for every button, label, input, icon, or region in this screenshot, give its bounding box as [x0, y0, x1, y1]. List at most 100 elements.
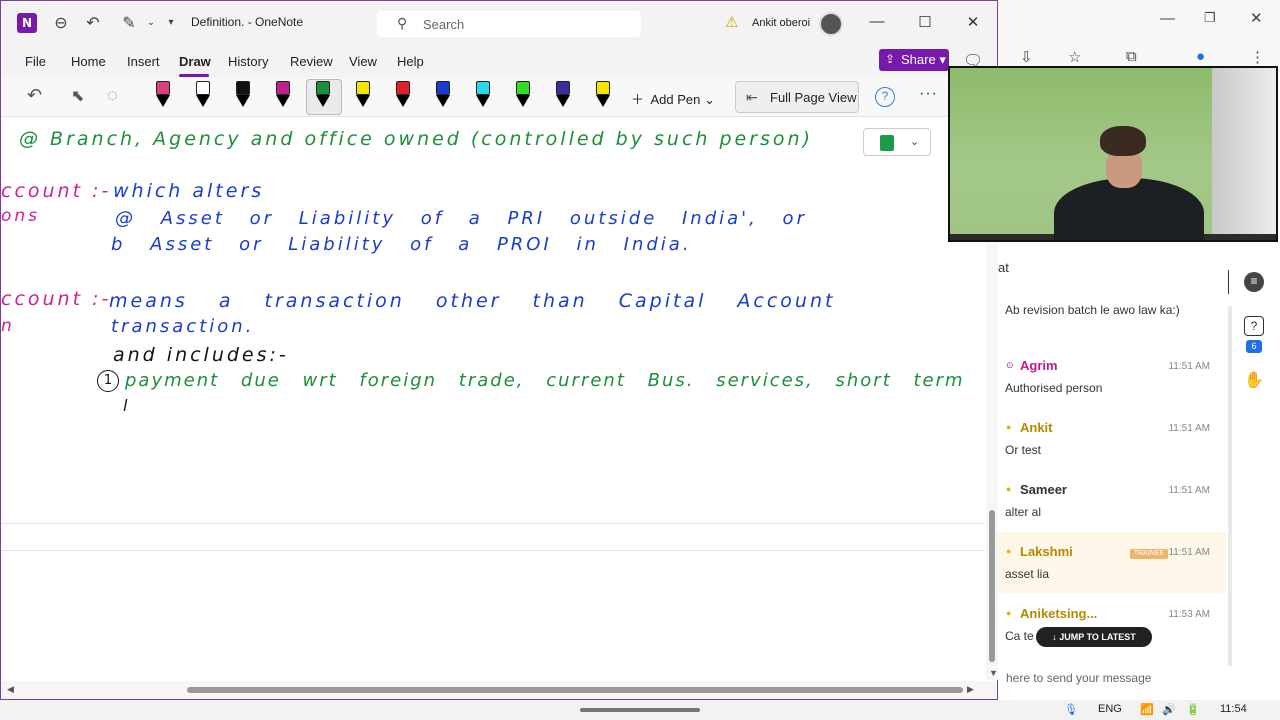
notebook-switcher[interactable]: ⌄ [863, 128, 931, 156]
close-browser-button[interactable]: ✕ [1250, 9, 1263, 27]
ink-item-a: @ Asset or Liability of a PRI outside In… [115, 208, 807, 229]
pen-blue-icon[interactable] [433, 81, 453, 109]
minimize-browser-button[interactable]: — [1160, 10, 1175, 27]
menu-history[interactable]: History [228, 54, 268, 69]
share-button[interactable]: ⇪ Share ▾ [879, 49, 949, 71]
highlighter-cyan-icon[interactable] [473, 81, 493, 109]
back-icon[interactable]: ⊖ [51, 13, 71, 33]
notebook-icon [880, 135, 894, 151]
search-box[interactable]: ⚲ Search [377, 11, 641, 37]
undo-ink-icon[interactable]: ↶ [27, 85, 42, 106]
scroll-right-arrow-icon[interactable]: ▶ [967, 684, 974, 695]
pen-white-icon[interactable] [193, 81, 213, 109]
pen-body [276, 81, 290, 95]
message-input[interactable]: here to send your message [1006, 671, 1151, 685]
pen-tip [156, 95, 170, 107]
pen-body [596, 81, 610, 95]
bookmark-star-icon[interactable]: ☆ [1068, 48, 1081, 66]
chat-tab-icon[interactable]: ≡ [1244, 272, 1264, 292]
ink-current-account-label-2: n [1, 316, 15, 336]
pen-yellow-icon[interactable] [593, 81, 613, 109]
taskbar: 🎙 ENG 📶 🔊 🔋 11:54 [0, 700, 1280, 720]
pen-indigo-icon[interactable] [553, 81, 573, 109]
menu-draw[interactable]: Draw [179, 54, 211, 69]
more-options-icon[interactable]: ··· [919, 85, 938, 103]
menu-view[interactable]: View [349, 54, 377, 69]
ink-and-includes: and includes:- [113, 344, 289, 366]
chat-panel: at ≡ ? 6 ✋ Ab revision batch le awo law … [998, 246, 1280, 700]
note-canvas[interactable]: ⌄ @ Branch, Agency and office owned (con… [1, 118, 985, 680]
undo-icon[interactable]: ↶ [83, 13, 103, 33]
raise-hand-icon[interactable]: ✋ [1244, 372, 1264, 392]
highlighted-message [998, 532, 1226, 594]
highlighter-green-icon[interactable] [513, 81, 533, 109]
title-bar: N ⊖ ↶ ✎ ⌄ ▾ Definition. - OneNote ⚲ Sear… [1, 1, 997, 45]
clock[interactable]: 11:54 [1220, 703, 1247, 715]
page-rule [1, 550, 985, 551]
highlighter-yellow-icon[interactable] [353, 81, 373, 109]
search-icon: ⚲ [397, 15, 408, 31]
pen-mode-icon[interactable]: ✎ [119, 13, 139, 33]
ink-means: means a transaction other than Capital A… [109, 290, 836, 312]
volume-icon[interactable]: 🔊 [1162, 703, 1176, 716]
horizontal-scroll-thumb[interactable] [187, 687, 963, 693]
menu-insert[interactable]: Insert [127, 54, 160, 69]
message-author: Sameer [1020, 482, 1067, 497]
close-button[interactable]: ✕ [963, 13, 983, 31]
pen-body [156, 81, 170, 95]
pen-tip [276, 95, 290, 107]
jump-to-latest-button[interactable]: ↓ JUMP TO LATEST [1036, 627, 1152, 647]
scroll-left-arrow-icon[interactable]: ◀ [7, 684, 14, 695]
message-author: Lakshmi [1020, 544, 1073, 559]
help-icon[interactable]: ? [875, 87, 895, 107]
browser-menu-icon[interactable]: ⋮ [1250, 48, 1265, 66]
minimize-button[interactable]: — [867, 13, 887, 30]
message-time: 11:53 AM [1168, 609, 1210, 620]
message-author: Agrim [1020, 358, 1058, 373]
menu-home[interactable]: Home [71, 54, 106, 69]
profile-icon[interactable]: ● [1196, 48, 1205, 65]
warning-icon[interactable]: ⚠ [725, 13, 738, 31]
extensions-icon[interactable]: ⧉ [1126, 48, 1137, 65]
message-text: asset lia [1005, 567, 1050, 581]
vertical-scroll-thumb[interactable] [989, 510, 995, 662]
restore-browser-button[interactable]: ❐ [1204, 10, 1216, 26]
maximize-button[interactable]: ☐ [915, 13, 935, 31]
pen-mode-chevron-icon[interactable]: ⌄ [141, 13, 161, 33]
message-time: 11:51 AM [1168, 361, 1210, 372]
wifi-icon[interactable]: 📶 [1140, 703, 1154, 716]
pen-tip [436, 95, 450, 107]
eraser-icon[interactable] [153, 81, 173, 109]
lasso-select-icon[interactable]: ◌ [107, 85, 118, 106]
pen-body [236, 81, 250, 95]
scroll-down-arrow-icon[interactable]: ▼ [989, 668, 998, 678]
pen-red-icon[interactable] [393, 81, 413, 109]
chat-scrollbar[interactable] [1228, 306, 1232, 666]
pen-body [436, 81, 450, 95]
ink-capital-account-label: ccount :- [1, 180, 112, 202]
add-pen-button[interactable]: ＋ Add Pen ⌄ [631, 89, 715, 108]
horizontal-scrollbar[interactable]: ◀ ▶ [1, 681, 997, 699]
user-dot-icon: ● [1006, 422, 1012, 432]
full-page-view-button[interactable]: ⇤ Full Page View [735, 81, 859, 113]
user-name[interactable]: Ankit oberoi [752, 17, 810, 29]
language-indicator[interactable]: ENG [1098, 703, 1122, 715]
battery-icon[interactable]: 🔋 [1186, 703, 1200, 716]
taskbar-handle[interactable] [580, 708, 700, 712]
pen-body [316, 81, 330, 95]
pen-magenta-icon[interactable] [273, 81, 293, 109]
pen-black-icon[interactable] [233, 81, 253, 109]
menu-file[interactable]: File [25, 54, 46, 69]
install-app-icon[interactable]: ⇩ [1020, 48, 1033, 66]
avatar[interactable] [819, 12, 843, 36]
select-objects-icon[interactable]: ⬉ [71, 86, 84, 106]
microphone-icon[interactable]: 🎙 [1064, 703, 1078, 716]
qa-tab-icon[interactable]: ? [1244, 316, 1264, 336]
message-text: Ab revision batch le awo law ka:) [1005, 303, 1180, 317]
quick-access-dropdown-icon[interactable]: ▾ [161, 13, 181, 33]
pen-tip [356, 95, 370, 107]
user-dot-icon: ● [1006, 546, 1012, 556]
menu-help[interactable]: Help [397, 54, 424, 69]
pen-green-selected-icon[interactable] [313, 81, 333, 109]
menu-review[interactable]: Review [290, 54, 333, 69]
